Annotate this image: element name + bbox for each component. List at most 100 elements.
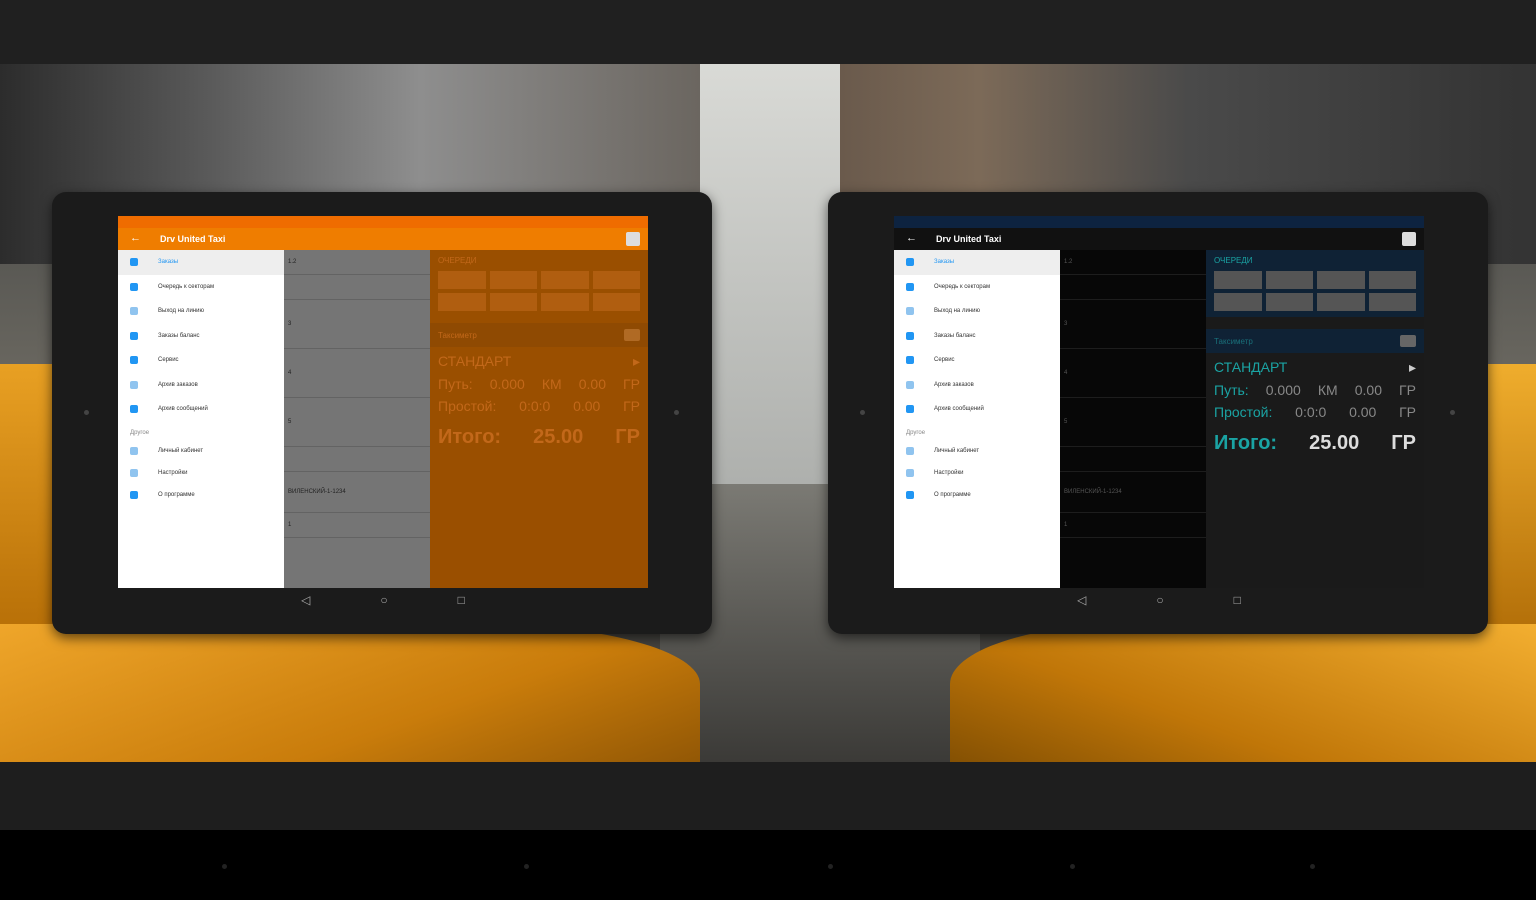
list-item[interactable]: 1 [1060,513,1206,538]
drawer-item-go-online[interactable]: Выход на линию [894,299,1060,324]
queue-cell[interactable] [438,271,486,289]
drawer-item-message-archive[interactable]: Архив сообщений [894,397,1060,422]
list-item[interactable] [284,275,430,300]
queue-cell[interactable] [489,293,537,311]
list-item[interactable]: 1.2 [1060,250,1206,275]
path-unit: КМ [1317,382,1338,398]
list-item[interactable]: 4 [284,349,430,398]
nav-recents-icon[interactable]: □ [458,593,465,607]
app-bar: ← Drv United Taxi [118,228,648,250]
page-dot[interactable] [1310,864,1315,869]
list-item[interactable]: 5 [284,398,430,447]
queue-cell[interactable] [1317,293,1365,311]
list-item[interactable]: 1 [284,513,430,538]
queue-cell[interactable] [1317,271,1365,289]
info-icon [130,490,138,499]
drawer-item-sector-queue[interactable]: Очередь к секторам [118,275,284,300]
queue-cell[interactable] [1214,271,1262,289]
drawer-item-go-online[interactable]: Выход на линию [118,299,284,324]
queue-grid [430,271,648,311]
queue-cell[interactable] [541,271,589,289]
list-item[interactable]: 4 [1060,349,1206,398]
tariff-row[interactable]: СТАНДАРТ ▸ [430,347,648,370]
nav-back-icon[interactable]: ◁ [1077,593,1086,607]
path-row: Путь: 0.000 КМ 0.00 ГР [1206,376,1424,398]
page-dot[interactable] [1070,864,1075,869]
nav-recents-icon[interactable]: □ [1234,593,1241,607]
drawer-item-account[interactable]: Личный кабинет [894,440,1060,462]
play-icon[interactable]: ▸ [1409,359,1416,376]
path-currency: ГР [623,376,640,392]
drawer-item-service[interactable]: Сервис [894,348,1060,373]
nav-home-icon[interactable]: ○ [1156,593,1163,607]
tariff-row[interactable]: СТАНДАРТ ▸ [1206,353,1424,376]
list-item[interactable]: 3 [284,300,430,349]
orders-list: 1.2 3 4 5 ВИЛЕНСКИЙ-1-1234 1 [1060,250,1206,588]
list-item[interactable] [1060,447,1206,472]
idle-currency: ГР [1399,404,1416,420]
overflow-menu-button[interactable] [1402,232,1416,246]
page-dot[interactable] [524,864,529,869]
page-dot[interactable] [828,864,833,869]
drawer-item-sector-queue[interactable]: Очередь к секторам [894,275,1060,300]
path-label: Путь: [1214,382,1249,398]
path-value: 0.000 [1265,382,1301,398]
service-icon [130,356,138,365]
nav-home-icon[interactable]: ○ [380,593,387,607]
idle-label: Простой: [438,398,497,414]
taximeter-toggle-button[interactable] [1400,335,1416,347]
idle-cost: 0.00 [573,398,601,414]
drawer-item-service[interactable]: Сервис [118,348,284,373]
overflow-menu-button[interactable] [626,232,640,246]
drawer-item-order-archive[interactable]: Архив заказов [894,373,1060,398]
queue-cell[interactable] [592,271,640,289]
drawer-item-settings[interactable]: Настройки [894,462,1060,484]
path-currency: ГР [1399,382,1416,398]
play-icon[interactable]: ▸ [633,353,640,370]
drawer-item-balance[interactable]: Заказы баланс [894,324,1060,349]
queue-cell[interactable] [438,293,486,311]
message-icon [130,405,138,414]
queue-cell[interactable] [592,293,640,311]
drawer-item-orders[interactable]: Заказы [118,250,284,275]
list-item[interactable]: ВИЛЕНСКИЙ-1-1234 [1060,472,1206,513]
account-icon [906,446,914,455]
app-title: Drv United Taxi [936,234,1002,244]
list-item[interactable]: ВИЛЕНСКИЙ-1-1234 [284,472,430,513]
queue-cell[interactable] [1265,293,1313,311]
queue-cell[interactable] [1214,293,1262,311]
nav-back-icon[interactable]: ◁ [301,593,310,607]
app-title: Drv United Taxi [160,234,226,244]
page-dot[interactable] [222,864,227,869]
queue-cell[interactable] [1368,271,1416,289]
status-bar [118,216,648,228]
drawer-item-about[interactable]: О программе [894,484,1060,506]
queue-cell[interactable] [489,271,537,289]
arrow-left-icon[interactable]: ← [130,232,141,244]
list-item[interactable]: 5 [1060,398,1206,447]
idle-value: 0:0:0 [1295,404,1327,420]
list-item[interactable]: 1.2 [284,250,430,275]
idle-row: Простой: 0:0:0 0.00 ГР [430,392,648,414]
drawer-item-settings[interactable]: Настройки [118,462,284,484]
list-item[interactable] [1060,275,1206,300]
queue-cell[interactable] [541,293,589,311]
list-item[interactable] [284,447,430,472]
taximeter-label: Таксиметр [438,330,477,340]
idle-cost: 0.00 [1349,404,1377,420]
info-icon [906,490,914,499]
drawer-item-orders[interactable]: Заказы [894,250,1060,275]
drawer-item-order-archive[interactable]: Архив заказов [118,373,284,398]
queue-cell[interactable] [1368,293,1416,311]
drawer-item-about[interactable]: О программе [118,484,284,506]
list-item[interactable]: 3 [1060,300,1206,349]
drawer-item-account[interactable]: Личный кабинет [118,440,284,462]
drawer-item-message-archive[interactable]: Архив сообщений [118,397,284,422]
queue-cell[interactable] [1265,271,1313,289]
queue-icon [906,282,914,291]
taximeter-toggle-button[interactable] [624,329,640,341]
android-nav-bar: ◁ ○ □ [118,588,648,612]
app-bar: ← Drv United Taxi [894,228,1424,250]
arrow-left-icon[interactable]: ← [906,232,917,244]
drawer-item-balance[interactable]: Заказы баланс [118,324,284,349]
